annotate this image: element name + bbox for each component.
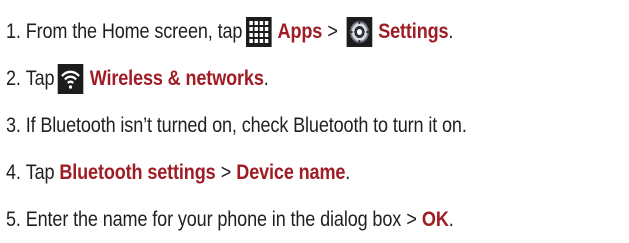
step-number: 1. bbox=[6, 19, 21, 43]
step-number: 2. bbox=[6, 66, 21, 90]
step-end-period: . bbox=[345, 160, 351, 184]
step-end-period: . bbox=[263, 66, 269, 90]
step-end-period: . bbox=[448, 19, 454, 43]
step-number: 5. bbox=[6, 207, 21, 231]
step-1: 1. From the Home screen, tap Apps > Sett… bbox=[6, 8, 542, 55]
apps-label: Apps bbox=[277, 19, 323, 43]
step-4: 4. Tap Bluetooth settings > Device name … bbox=[6, 149, 542, 196]
step-5: 5. Enter the name for your phone in the … bbox=[6, 196, 542, 243]
bluetooth-settings-label: Bluetooth settings bbox=[59, 160, 216, 184]
step-text: Tap bbox=[25, 66, 55, 90]
step-text: Tap bbox=[25, 160, 55, 184]
separator-arrow: > bbox=[327, 19, 338, 43]
separator-arrow: > bbox=[220, 160, 232, 184]
instruction-list: 1. From the Home screen, tap Apps > Sett… bbox=[0, 0, 629, 240]
device-name-label: Device name bbox=[236, 160, 346, 184]
step-3: 3. If Bluetooth isn’t turned on, check B… bbox=[6, 102, 542, 149]
step-text: If Bluetooth isn’t turned on, check Blue… bbox=[25, 113, 467, 137]
step-2: 2. Tap Wireless & networks . bbox=[6, 55, 542, 102]
wifi-icon bbox=[57, 63, 84, 94]
step-number: 3. bbox=[6, 113, 21, 137]
apps-grid-icon bbox=[245, 16, 272, 47]
separator-arrow: > bbox=[406, 207, 417, 231]
step-number: 4. bbox=[6, 160, 21, 184]
settings-label: Settings bbox=[378, 19, 449, 43]
step-text: Enter the name for your phone in the dia… bbox=[25, 207, 402, 231]
settings-icon bbox=[346, 16, 373, 47]
wireless-networks-label: Wireless & networks bbox=[89, 66, 264, 90]
step-text: From the Home screen, tap bbox=[25, 19, 243, 43]
step-end-period: . bbox=[448, 207, 454, 231]
ok-label: OK bbox=[421, 207, 449, 231]
